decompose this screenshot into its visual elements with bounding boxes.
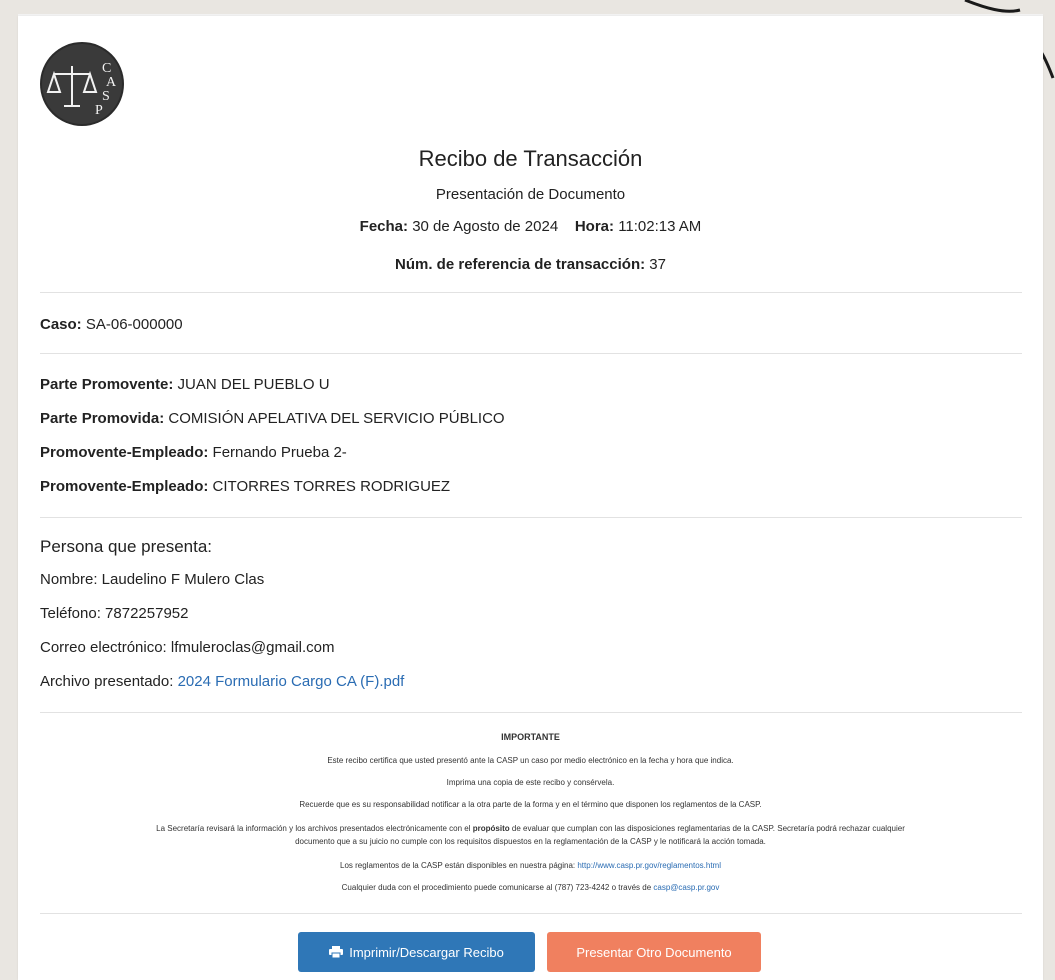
- important-line: Los reglamentos de la CASP están disponi…: [18, 861, 1043, 870]
- hora-label: Hora:: [574, 218, 615, 235]
- party-row: Promovente-Empleado: Fernando Prueba 2-: [40, 444, 347, 461]
- presenter-title: Persona que presenta:: [40, 537, 213, 556]
- svg-text:P: P: [95, 103, 103, 118]
- important-bold: propósito: [472, 824, 510, 833]
- important-line: Imprima una copia de este recibo y consé…: [446, 778, 615, 787]
- fecha-label: Fecha:: [359, 218, 409, 235]
- hora-value: 11:02:13 AM: [618, 218, 702, 235]
- presenter-file: Archivo presentado: 2024 Formulario Carg…: [40, 673, 404, 690]
- reglamentos-link[interactable]: http://www.casp.pr.gov/reglamentos.html: [577, 861, 721, 870]
- reference-number: Núm. de referencia de transacción: 37: [18, 256, 1043, 273]
- case-value: SA-06-000000: [85, 316, 183, 333]
- party-row: Parte Promovente: JUAN DEL PUEBLO U: [40, 376, 330, 393]
- important-line: documento que a su juicio no cumple con …: [295, 837, 766, 846]
- presenter-phone: Teléfono: 7872257952: [40, 605, 189, 622]
- receipt-card: C A S P Recibo de Transacción Presentaci…: [18, 16, 1043, 980]
- party-value: JUAN DEL PUEBLO U: [177, 376, 330, 393]
- svg-text:C: C: [102, 61, 111, 76]
- important-line: Recuerde que es su responsabilidad notif…: [299, 800, 762, 809]
- party-label: Parte Promovente:: [40, 376, 174, 393]
- party-value: CITORRES TORRES RODRIGUEZ: [212, 478, 451, 495]
- important-text: La Secretaría revisará la información y …: [156, 824, 471, 833]
- party-label: Promovente-Empleado:: [40, 478, 209, 495]
- ref-label: Núm. de referencia de transacción:: [395, 256, 646, 273]
- email-link[interactable]: casp@casp.pr.gov: [653, 883, 719, 892]
- divider: [40, 292, 1022, 293]
- ref-value: 37: [649, 256, 666, 273]
- fecha-value: 30 de Agosto de 2024: [412, 218, 559, 235]
- party-value: Fernando Prueba 2-: [212, 444, 347, 461]
- presenter-email: Correo electrónico: lfmuleroclas@gmail.c…: [40, 639, 335, 656]
- receipt-title: Recibo de Transacción: [418, 146, 643, 171]
- party-row: Promovente-Empleado: CITORRES TORRES ROD…: [40, 478, 450, 495]
- divider: [40, 517, 1022, 518]
- important-line: Este recibo certifica que usted presentó…: [327, 756, 734, 765]
- important-line: Cualquier duda con el procedimiento pued…: [18, 883, 1043, 892]
- print-icon: [329, 946, 344, 958]
- present-another-document-button[interactable]: Presentar Otro Documento: [547, 932, 761, 972]
- file-label: Archivo presentado:: [40, 673, 174, 690]
- party-label: Parte Promovida:: [40, 410, 165, 427]
- divider: [40, 712, 1022, 713]
- divider: [40, 353, 1022, 354]
- file-link[interactable]: 2024 Formulario Cargo CA (F).pdf: [178, 673, 405, 690]
- receipt-datetime: Fecha: 30 de Agosto de 2024 Hora: 11:02:…: [18, 218, 1043, 235]
- case-row: Caso: SA-06-000000: [40, 316, 183, 333]
- case-label: Caso:: [40, 316, 82, 333]
- receipt-subtitle: Presentación de Documento: [435, 186, 626, 203]
- party-value: COMISIÓN APELATIVA DEL SERVICIO PÚBLICO: [168, 410, 505, 427]
- scales-of-justice-logo: C A S P: [40, 42, 124, 126]
- party-row: Parte Promovida: COMISIÓN APELATIVA DEL …: [40, 410, 505, 427]
- print-button-label: Imprimir/Descargar Recibo: [349, 944, 504, 960]
- important-text: de evaluar que cumplan con las disposici…: [511, 824, 905, 833]
- important-text: Cualquier duda con el procedimiento pued…: [341, 883, 652, 892]
- important-text: Los reglamentos de la CASP están disponi…: [340, 861, 576, 870]
- divider: [40, 913, 1022, 914]
- print-receipt-button[interactable]: Imprimir/Descargar Recibo: [298, 932, 535, 972]
- important-line: La Secretaría revisará la información y …: [18, 824, 1043, 833]
- important-title: IMPORTANTE: [501, 732, 560, 742]
- party-label: Promovente-Empleado:: [40, 444, 209, 461]
- svg-text:S: S: [102, 89, 110, 104]
- svg-text:A: A: [106, 75, 117, 90]
- new-doc-button-label: Presentar Otro Documento: [576, 944, 732, 960]
- presenter-name: Nombre: Laudelino F Mulero Clas: [40, 571, 265, 588]
